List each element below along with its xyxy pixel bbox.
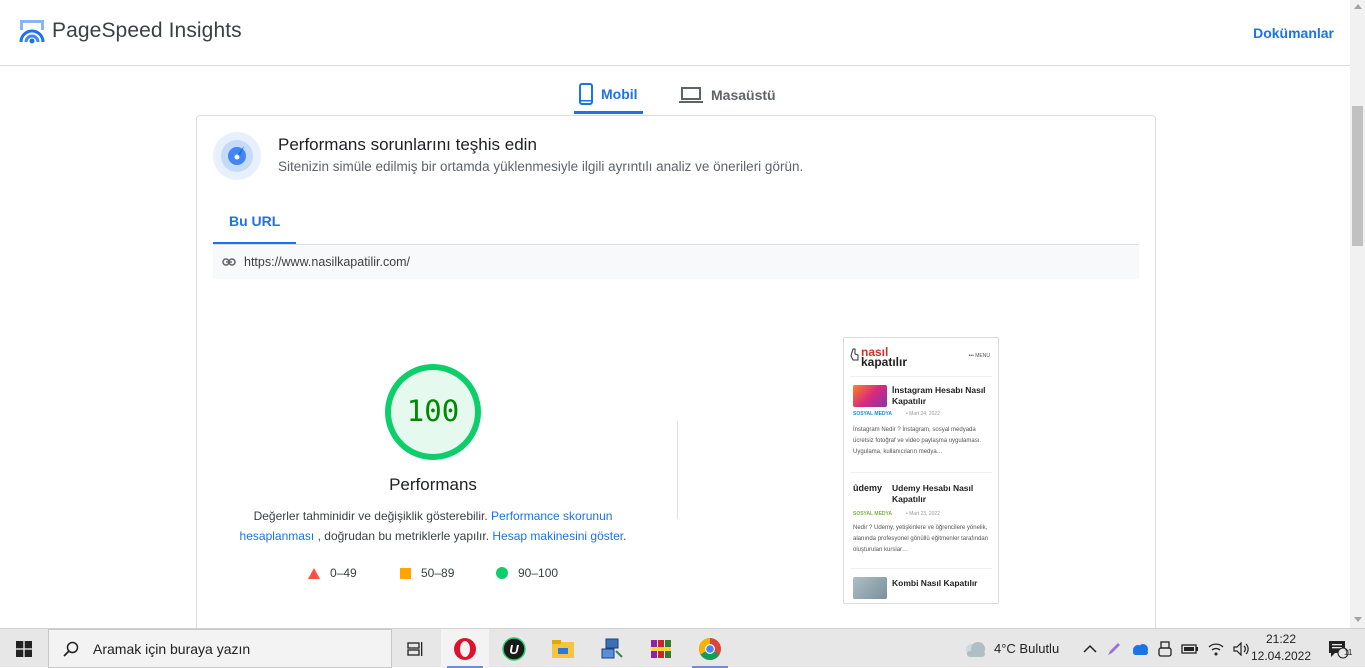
windows-logo-icon <box>16 640 32 657</box>
notification-count: 11 <box>1344 648 1353 657</box>
onedrive-icon[interactable] <box>1131 643 1149 655</box>
preview-brand: nasıl kapatılır <box>861 345 908 369</box>
mobile-screenshot-preview: nasıl kapatılır ••• MENU İnstagram Hesabı… <box>843 337 999 604</box>
triangle-icon <box>308 567 320 579</box>
windows-taskbar: Aramak için buraya yazın U 4°C Bulutlu 2… <box>0 628 1365 668</box>
page-header: PageSpeed Insights Dokümanlar <box>0 0 1350 66</box>
network-computer-icon <box>601 638 623 658</box>
taskbar-chrome[interactable] <box>686 629 734 668</box>
section-divider <box>677 421 678 519</box>
page-scrollbar[interactable] <box>1350 0 1365 628</box>
search-icon <box>63 641 79 657</box>
search-placeholder: Aramak için buraya yazın <box>93 640 251 657</box>
preview-menu: ••• MENU <box>968 353 990 359</box>
system-tray <box>1083 629 1251 668</box>
preview-article: ûdemy Udemy Hesabı Nasıl Kapatılır SOSYA… <box>850 472 992 568</box>
weather-widget[interactable]: 4°C Bulutlu <box>964 629 1059 668</box>
tab-mobile[interactable]: Mobil <box>574 76 643 114</box>
clock-time: 21:22 <box>1265 632 1297 646</box>
battery-icon[interactable] <box>1181 643 1199 655</box>
performance-score: 100 <box>406 394 460 428</box>
url-bar: https://www.nasilkapatilir.com/ <box>213 245 1139 279</box>
square-icon <box>400 567 411 579</box>
cursor-hand-icon <box>850 348 859 361</box>
taskbar-winrar[interactable] <box>637 629 685 668</box>
scroll-down-icon[interactable] <box>1354 617 1362 622</box>
task-view-button[interactable] <box>392 629 440 668</box>
notification-center-button[interactable]: 11 <box>1318 629 1358 668</box>
diagnose-card: Performans sorunlarını teşhis edin Siten… <box>196 115 1156 628</box>
diagnose-title: Performans sorunlarını teşhis edin <box>278 135 537 154</box>
taskbar-network-app[interactable] <box>588 629 636 668</box>
performance-label: Performans <box>389 475 477 494</box>
taskbar-search[interactable]: Aramak için buraya yazın <box>48 629 392 668</box>
weather-text: 4°C Bulutlu <box>994 641 1060 656</box>
score-description: Değerler tahminidir ve değişiklik göster… <box>239 509 627 543</box>
desc-text-2: , doğrudan bu metriklerle yapılır. <box>317 529 490 543</box>
pagespeed-logo-icon <box>19 20 45 44</box>
docs-link[interactable]: Dokümanlar <box>1253 25 1334 41</box>
link-icon <box>222 258 236 266</box>
taskbar-opera[interactable] <box>441 629 489 668</box>
desc-text-1: Değerler tahminidir ve değişiklik göster… <box>253 509 488 523</box>
preview-article: Kombi Nasıl Kapatılır <box>850 568 992 603</box>
winrar-icon <box>651 639 671 658</box>
instagram-thumb-icon <box>853 385 887 407</box>
usb-icon[interactable] <box>1158 640 1172 657</box>
app-title: PageSpeed Insights <box>52 19 242 42</box>
folder-icon <box>552 639 574 658</box>
tab-desktop-label: Masaüstü <box>711 87 776 103</box>
taskbar-clock[interactable]: 21:22 12.04.2022 <box>1246 631 1316 665</box>
browser-viewport: PageSpeed Insights Dokümanlar Mobil Masa… <box>0 0 1365 628</box>
taskbar-file-explorer[interactable] <box>539 629 587 668</box>
preview-article: İnstagram Hesabı Nasıl Kapatılır SOSYAL … <box>850 376 992 472</box>
u-app-icon: U <box>502 636 526 661</box>
circle-icon <box>496 567 508 579</box>
laptop-icon <box>679 87 703 103</box>
legend-average: 50–89 <box>400 566 454 580</box>
opera-icon <box>454 637 476 660</box>
task-view-icon <box>407 641 423 656</box>
taskbar-app-u[interactable]: U <box>490 629 538 668</box>
diagnose-gauge-icon <box>213 132 261 180</box>
cloud-icon <box>966 641 985 657</box>
diagnose-subtitle: Sitenizin simüle edilmiş bir ortamda yük… <box>278 159 804 174</box>
udemy-thumb-icon: ûdemy <box>853 483 883 493</box>
legend-pass: 90–100 <box>496 566 558 580</box>
svg-text:U: U <box>509 642 519 657</box>
analyzed-url[interactable]: https://www.nasilkapatilir.com/ <box>244 255 410 269</box>
legend-fail: 0–49 <box>308 566 357 580</box>
tab-this-url[interactable]: Bu URL <box>213 200 297 245</box>
pen-icon[interactable] <box>1106 641 1122 657</box>
scroll-up-icon[interactable] <box>1354 4 1362 9</box>
chrome-icon <box>699 637 721 660</box>
scroll-thumb[interactable] <box>1352 106 1363 246</box>
chevron-up-icon[interactable] <box>1083 644 1097 654</box>
phone-icon <box>579 82 593 105</box>
kombi-thumb-icon <box>853 577 887 599</box>
tab-mobile-label: Mobil <box>601 85 638 102</box>
start-button[interactable] <box>0 629 48 668</box>
calculator-link[interactable]: Hesap makinesini göster <box>492 529 623 543</box>
wifi-icon[interactable] <box>1208 642 1224 656</box>
clock-date: 12.04.2022 <box>1250 649 1312 663</box>
tab-desktop[interactable]: Masaüstü <box>679 76 776 114</box>
